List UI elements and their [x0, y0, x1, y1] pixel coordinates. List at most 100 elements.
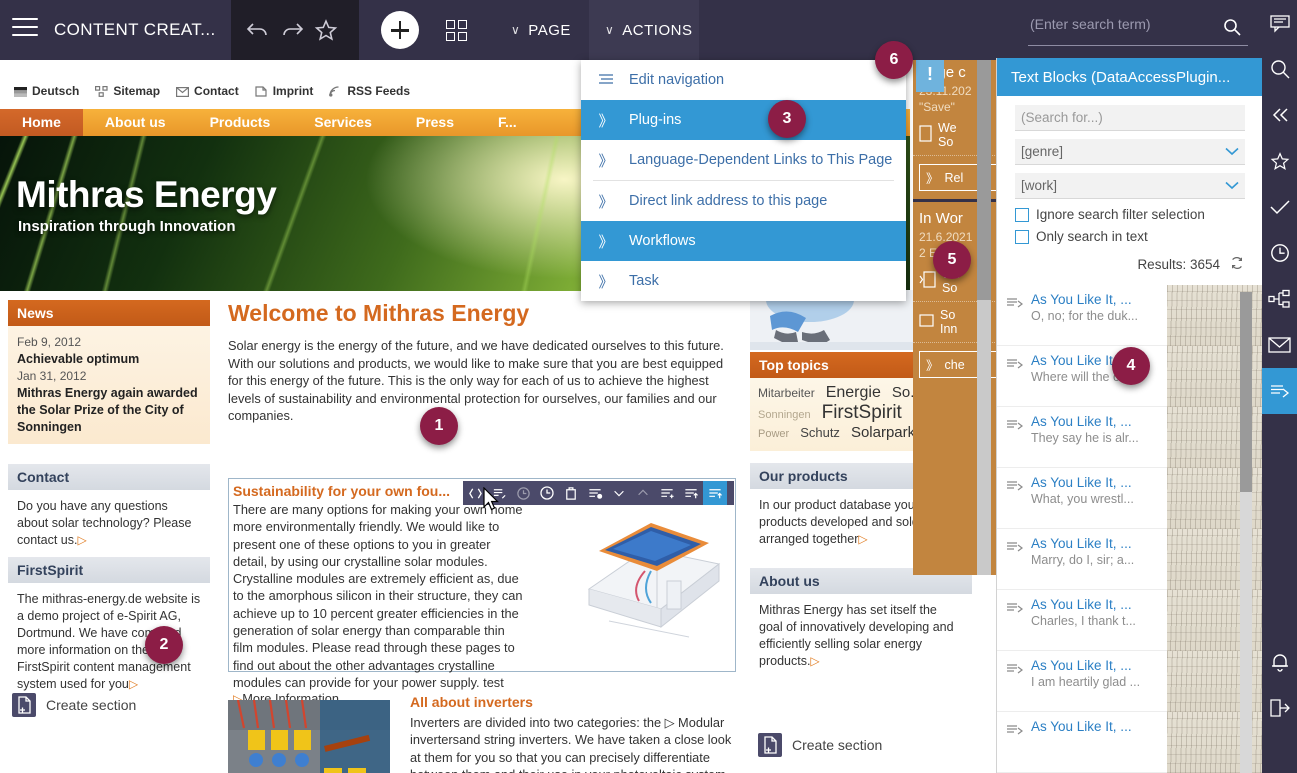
menu-item-task[interactable]: 》 Task — [581, 261, 906, 301]
menu-item-direct-link-address[interactable]: 》 Direct link address to this page — [581, 181, 906, 221]
tag[interactable]: Sonningen — [758, 409, 811, 421]
step-badge-6: 6 — [875, 41, 913, 79]
meta-item-deutsch[interactable]: Deutsch — [14, 84, 79, 98]
only-text-checkbox[interactable]: Only search in text — [1015, 229, 1244, 244]
results-row: Results: 3654 — [997, 255, 1262, 281]
list-star-icon[interactable] — [583, 481, 607, 505]
meta-label: Contact — [194, 84, 239, 98]
menu-item-label: Plug-ins — [629, 112, 682, 128]
insert-icon[interactable] — [703, 481, 727, 505]
check-icon[interactable] — [1262, 184, 1297, 230]
comment-icon[interactable] — [1262, 0, 1297, 46]
mail-icon[interactable] — [1262, 322, 1297, 368]
tag[interactable]: Power — [758, 428, 789, 440]
meta-item-imprint[interactable]: Imprint — [255, 84, 313, 98]
list-item[interactable]: As You Like It, ... — [997, 712, 1262, 773]
list-item[interactable]: As You Like It, ... They say he is alr..… — [997, 407, 1262, 468]
news-headline[interactable]: Mithras Energy again awarded the Solar P… — [17, 385, 201, 436]
text-blocks-scrollbar-thumb[interactable] — [1240, 292, 1252, 492]
nav-item-press[interactable]: Press — [394, 109, 476, 136]
ignore-filter-checkbox[interactable]: Ignore search filter selection — [1015, 207, 1244, 222]
star-icon[interactable] — [313, 18, 339, 44]
sitemap-icon — [95, 85, 108, 97]
collapse-icon[interactable] — [1262, 92, 1297, 138]
page-menu-button[interactable]: ∨ PAGE — [495, 0, 587, 60]
contact-title: Contact — [8, 464, 210, 490]
nav-item-products[interactable]: Products — [188, 109, 293, 136]
news-headline[interactable]: Achievable optimum — [17, 351, 201, 368]
meta-item-contact[interactable]: Contact — [176, 84, 239, 98]
nav-item-about-us[interactable]: About us — [83, 109, 188, 136]
list-item-title: As You Like It, ... — [1031, 414, 1132, 429]
list-item-title: As You Like It, ... — [1031, 292, 1132, 307]
step-badge-4: 4 — [1112, 347, 1150, 385]
menu-item-edit-navigation[interactable]: Edit navigation — [581, 60, 906, 100]
sitemap-icon[interactable] — [1262, 276, 1297, 322]
text-blocks-scrollbar[interactable] — [1240, 292, 1252, 773]
workflow-scrollbar[interactable] — [977, 0, 991, 575]
workflow-release-button[interactable]: 》 Rel — [919, 164, 1005, 191]
inverters-image — [228, 700, 390, 773]
chevron-up-icon[interactable] — [631, 481, 655, 505]
meta-item-rss[interactable]: RSS Feeds — [329, 84, 410, 98]
search-icon[interactable] — [1262, 46, 1297, 92]
actions-menu-button[interactable]: ∨ ACTIONS — [589, 0, 699, 60]
list-item[interactable]: As You Like It, ... Marry, do I, sir; a.… — [997, 529, 1262, 590]
text-blocks-header: Text Blocks (DataAccessPlugin... — [997, 58, 1262, 96]
tag[interactable]: FirstSpirit — [822, 402, 902, 424]
list-item[interactable]: As You Like It, ... I am heartily glad .… — [997, 651, 1262, 712]
clock-icon[interactable] — [1262, 230, 1297, 276]
text-block-icon — [997, 285, 1031, 311]
genre-select[interactable]: [genre] — [1015, 139, 1245, 165]
about-us-text: Mithras Energy has set itself the goal o… — [759, 603, 954, 668]
menu-item-language-dependent-links[interactable]: 》 Language-Dependent Links to This Page — [581, 140, 906, 180]
create-section-button-center[interactable]: Create section — [758, 733, 882, 757]
text-blocks-icon[interactable] — [1262, 368, 1297, 414]
work-select[interactable]: [work] — [1015, 173, 1245, 199]
tag[interactable]: Energie — [826, 384, 881, 402]
chevron-down-icon[interactable] — [607, 481, 631, 505]
text-block-icon — [997, 407, 1031, 433]
nav-item-f[interactable]: F... — [476, 109, 539, 136]
tag[interactable]: Solarpark — [851, 424, 915, 441]
redo-icon[interactable] — [279, 18, 305, 44]
checkbox-box — [1015, 207, 1029, 222]
section-edit-toolbar[interactable] — [463, 481, 734, 505]
search-input[interactable] — [1030, 16, 1210, 32]
add-above-icon[interactable] — [655, 481, 679, 505]
meta-item-sitemap[interactable]: Sitemap — [95, 84, 160, 98]
mail-icon — [176, 86, 190, 97]
create-section-button-left[interactable]: Create section — [12, 693, 136, 717]
nav-item-home[interactable]: Home — [0, 109, 83, 136]
grid-icon[interactable] — [446, 20, 470, 44]
restore-icon[interactable] — [535, 481, 559, 505]
tag[interactable]: Schutz — [800, 425, 840, 440]
sustainability-section[interactable]: Sustainability for your own fou... There… — [228, 478, 736, 706]
bell-icon[interactable] — [1262, 639, 1297, 685]
star-icon[interactable] — [1262, 138, 1297, 184]
add-below-icon[interactable] — [679, 481, 703, 505]
list-item[interactable]: As You Like It, ... What, you wrestl... — [997, 468, 1262, 529]
text-blocks-search-input[interactable] — [1015, 105, 1245, 131]
list-item[interactable]: As You Like It, ... O, no; for the duk..… — [997, 285, 1262, 346]
delete-icon[interactable] — [559, 481, 583, 505]
list-icon — [597, 73, 615, 87]
nav-item-services[interactable]: Services — [292, 109, 394, 136]
history-icon[interactable] — [511, 481, 535, 505]
search-icon[interactable] — [1222, 17, 1242, 40]
firstspirit-title: FirstSpirit — [8, 557, 210, 583]
menu-item-plug-ins[interactable]: 》 Plug-ins — [581, 100, 906, 140]
list-item-subtitle: I am heartily glad ... — [1031, 675, 1141, 689]
step-badge-1: 1 — [420, 407, 458, 445]
add-button[interactable] — [381, 11, 419, 49]
undo-icon[interactable] — [245, 18, 271, 44]
workflow-check-button[interactable]: 》 che — [919, 351, 1005, 378]
workflow-alert-badge[interactable]: ! — [916, 56, 944, 92]
menu-item-workflows[interactable]: 》 Workflows — [581, 221, 906, 261]
refresh-icon[interactable] — [1230, 256, 1244, 273]
tag[interactable]: Mitarbeiter — [758, 386, 815, 400]
page-menu-label: PAGE — [528, 21, 571, 39]
list-item[interactable]: As You Like It, ... Charles, I thank t..… — [997, 590, 1262, 651]
logout-icon[interactable] — [1262, 685, 1297, 731]
hamburger-menu-icon[interactable] — [12, 18, 38, 40]
